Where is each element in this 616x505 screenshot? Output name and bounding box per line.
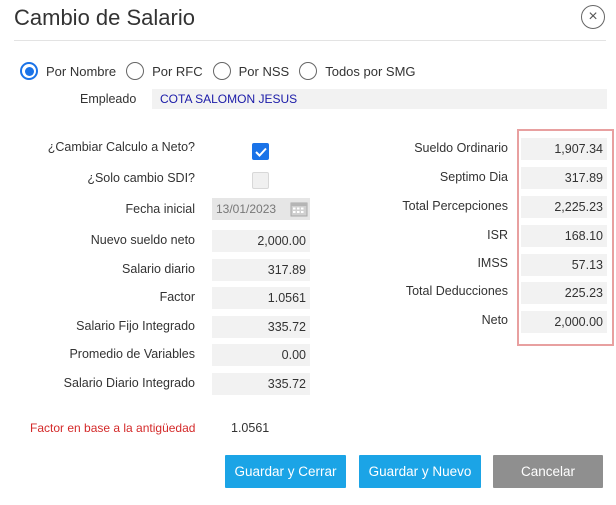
nuevo-sueldo-label: Nuevo sueldo neto <box>90 233 195 247</box>
sueldo-ordinario-label: Sueldo Ordinario <box>414 141 508 155</box>
imss-label: IMSS <box>477 256 508 270</box>
salario-diario-field: 317.89 <box>212 259 310 281</box>
radio-label: Por NSS <box>238 63 290 79</box>
salario-fijo-integrado-field: 335.72 <box>212 316 310 338</box>
employee-label: Empleado <box>80 92 137 106</box>
septimo-dia-label: Septimo Dia <box>439 170 508 184</box>
dialog-title: Cambio de Salario <box>14 5 195 30</box>
checkmark-icon <box>254 147 267 157</box>
radio-por-nombre[interactable]: Por Nombre <box>20 62 116 80</box>
radio-button[interactable] <box>126 62 145 80</box>
search-mode-radio-group: Por Nombre Por RFC Por NSS Todos por SMG <box>20 62 426 80</box>
radio-label: Por RFC <box>152 63 203 79</box>
fecha-inicial-label: Fecha inicial <box>125 202 195 216</box>
salario-fijo-integrado-label: Salario Fijo Integrado <box>76 319 195 333</box>
promedio-variables-field: 0.00 <box>212 344 310 366</box>
promedio-variables-label: Promedio de Variables <box>69 347 195 361</box>
nuevo-sueldo-field[interactable]: 2,000.00 <box>212 230 310 252</box>
close-icon[interactable]: × <box>581 5 605 29</box>
isr-label: ISR <box>487 228 508 242</box>
calendar-icon[interactable] <box>290 200 308 217</box>
factor-antiguedad-value: 1.0561 <box>231 421 270 435</box>
salario-diario-integrado-label: Salario Diario Integrado <box>63 376 195 390</box>
cambiar-neto-checkbox[interactable] <box>252 143 269 160</box>
radio-label: Por Nombre <box>46 63 117 79</box>
guardar-y-nuevo-button[interactable]: Guardar y Nuevo <box>359 455 481 488</box>
factor-field: 1.0561 <box>212 287 310 309</box>
solo-sdi-checkbox[interactable] <box>252 172 269 189</box>
total-percepciones-label: Total Percepciones <box>402 199 508 213</box>
title-divider <box>14 40 606 41</box>
cancelar-button[interactable]: Cancelar <box>493 455 603 488</box>
radio-todos-por-smg[interactable]: Todos por SMG <box>299 62 416 80</box>
fecha-inicial-value: 13/01/2023 <box>216 202 277 216</box>
radio-button[interactable] <box>299 62 318 80</box>
factor-label: Factor <box>159 290 195 304</box>
employee-field[interactable]: COTA SALOMON JESUS <box>152 89 607 109</box>
radio-button-selected[interactable] <box>20 62 38 80</box>
radio-por-rfc[interactable]: Por RFC <box>126 62 203 80</box>
cambiar-neto-label: ¿Cambiar Calculo a Neto? <box>47 140 195 154</box>
summary-highlight-box <box>517 129 614 346</box>
fecha-inicial-field[interactable]: 13/01/2023 <box>212 198 310 220</box>
guardar-y-cerrar-button[interactable]: Guardar y Cerrar <box>225 455 346 488</box>
radio-button[interactable] <box>212 62 231 80</box>
total-deducciones-label: Total Deducciones <box>405 284 508 298</box>
salario-diario-label: Salario diario <box>122 262 195 276</box>
radio-label: Todos por SMG <box>325 63 416 79</box>
salario-diario-integrado-field: 335.72 <box>212 373 310 395</box>
neto-label: Neto <box>481 313 508 327</box>
radio-por-nss[interactable]: Por NSS <box>212 62 290 80</box>
solo-sdi-label: ¿Solo cambio SDI? <box>87 171 195 185</box>
factor-antiguedad-label: Factor en base a la antigüedad <box>30 421 196 435</box>
